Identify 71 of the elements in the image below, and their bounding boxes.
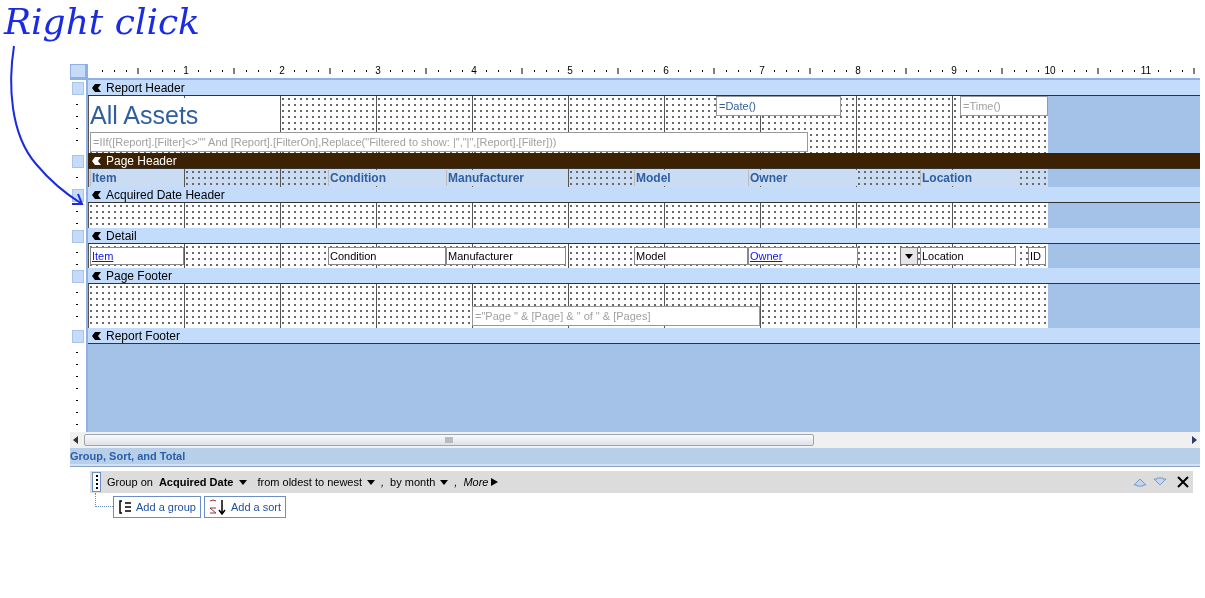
ruler-number: 8	[855, 64, 861, 78]
ruler-number: 7	[759, 64, 765, 78]
section-arrow-icon	[92, 82, 102, 93]
column-label[interactable]: Location	[920, 170, 1016, 186]
caret-icon	[239, 479, 248, 485]
add-button[interactable]: Add a group	[113, 496, 201, 518]
sort-icon	[208, 499, 227, 515]
section-arrow-icon	[92, 270, 102, 281]
play-icon	[491, 478, 499, 486]
section-bar[interactable]: Page Header	[88, 153, 1200, 169]
ruler-number: 2	[279, 64, 285, 78]
section-title: Detail	[106, 228, 137, 243]
ruler-number: 11	[1140, 64, 1152, 78]
move-down-icon[interactable]	[1153, 477, 1167, 487]
group-row[interactable]: Group on Acquired Date from oldest to newest , by month , More	[90, 471, 1193, 493]
section-title: Report Footer	[106, 328, 181, 343]
section-arrow-icon	[92, 230, 102, 241]
section-title: Page Footer	[106, 268, 173, 283]
field-textbox[interactable]: Manufacturer	[446, 247, 566, 265]
column-label[interactable]: Condition	[328, 170, 446, 186]
add-button[interactable]: Add a sort	[203, 496, 287, 518]
separator-comma: ,	[454, 474, 458, 490]
hyperlink-textbox[interactable]: Item	[90, 247, 184, 265]
hyperlink-textbox[interactable]: Owner	[748, 247, 858, 265]
field-textbox[interactable]: Model	[634, 247, 748, 265]
section-bar[interactable]: Page Footer	[88, 268, 1200, 284]
column-label[interactable]: Model	[634, 170, 748, 186]
section-arrow-icon	[92, 189, 102, 200]
drag-handle-icon[interactable]	[92, 472, 101, 492]
section-title: Page Header	[106, 153, 177, 168]
section-arrow-icon	[92, 155, 102, 166]
ruler-number: 5	[567, 64, 573, 78]
section-arrow-icon	[92, 330, 102, 341]
section-title: Acquired Date Header	[106, 187, 225, 202]
option-dropdown[interactable]: from oldest to newest	[257, 473, 375, 491]
section-bar[interactable]: Acquired Date Header	[88, 187, 1200, 203]
report-title: All Assets	[90, 98, 280, 134]
column-label[interactable]: Manufacturer	[446, 170, 566, 186]
field-textbox[interactable]: Condition	[328, 247, 446, 265]
caret-icon	[367, 479, 375, 485]
ruler-number: 6	[663, 64, 669, 78]
column-label[interactable]: Item	[90, 170, 184, 186]
pane-title: Group, Sort, and Total	[70, 448, 186, 464]
ruler-number: 9	[951, 64, 957, 78]
option-dropdown[interactable]: by month	[390, 473, 449, 491]
caret-icon	[440, 479, 449, 485]
column-label[interactable]: Owner	[748, 170, 858, 186]
field-dropdown[interactable]: Acquired Date	[158, 473, 248, 491]
dropdown-button[interactable]	[900, 247, 918, 265]
group-prefix: Group on	[107, 474, 153, 490]
more-link[interactable]: More	[463, 473, 499, 491]
handwritten-note: Right click	[4, 0, 200, 44]
ruler-number: 4	[471, 64, 477, 78]
caret-icon	[905, 253, 913, 259]
grip-icon	[445, 437, 453, 443]
section-bar[interactable]: Detail	[88, 228, 1200, 244]
separator-comma: ,	[381, 474, 385, 490]
close-icon[interactable]	[1177, 476, 1189, 488]
ruler-number: 3	[375, 64, 381, 78]
field-textbox[interactable]: Location	[920, 247, 1016, 265]
ruler-number: 10	[1044, 64, 1056, 78]
group-icon	[118, 500, 132, 514]
move-up-icon[interactable]	[1133, 477, 1147, 487]
ruler-number: 1	[183, 64, 189, 78]
section-title: Report Header	[106, 80, 185, 95]
section-bar[interactable]: Report Header	[88, 80, 1200, 96]
expression-textbox[interactable]: =Date()	[716, 96, 841, 116]
section-bar[interactable]: Report Footer	[88, 328, 1200, 344]
scrollbar-thumb[interactable]	[84, 434, 814, 446]
horizontal-scrollbar[interactable]	[70, 432, 1200, 448]
field-textbox[interactable]: ID	[1028, 247, 1046, 265]
